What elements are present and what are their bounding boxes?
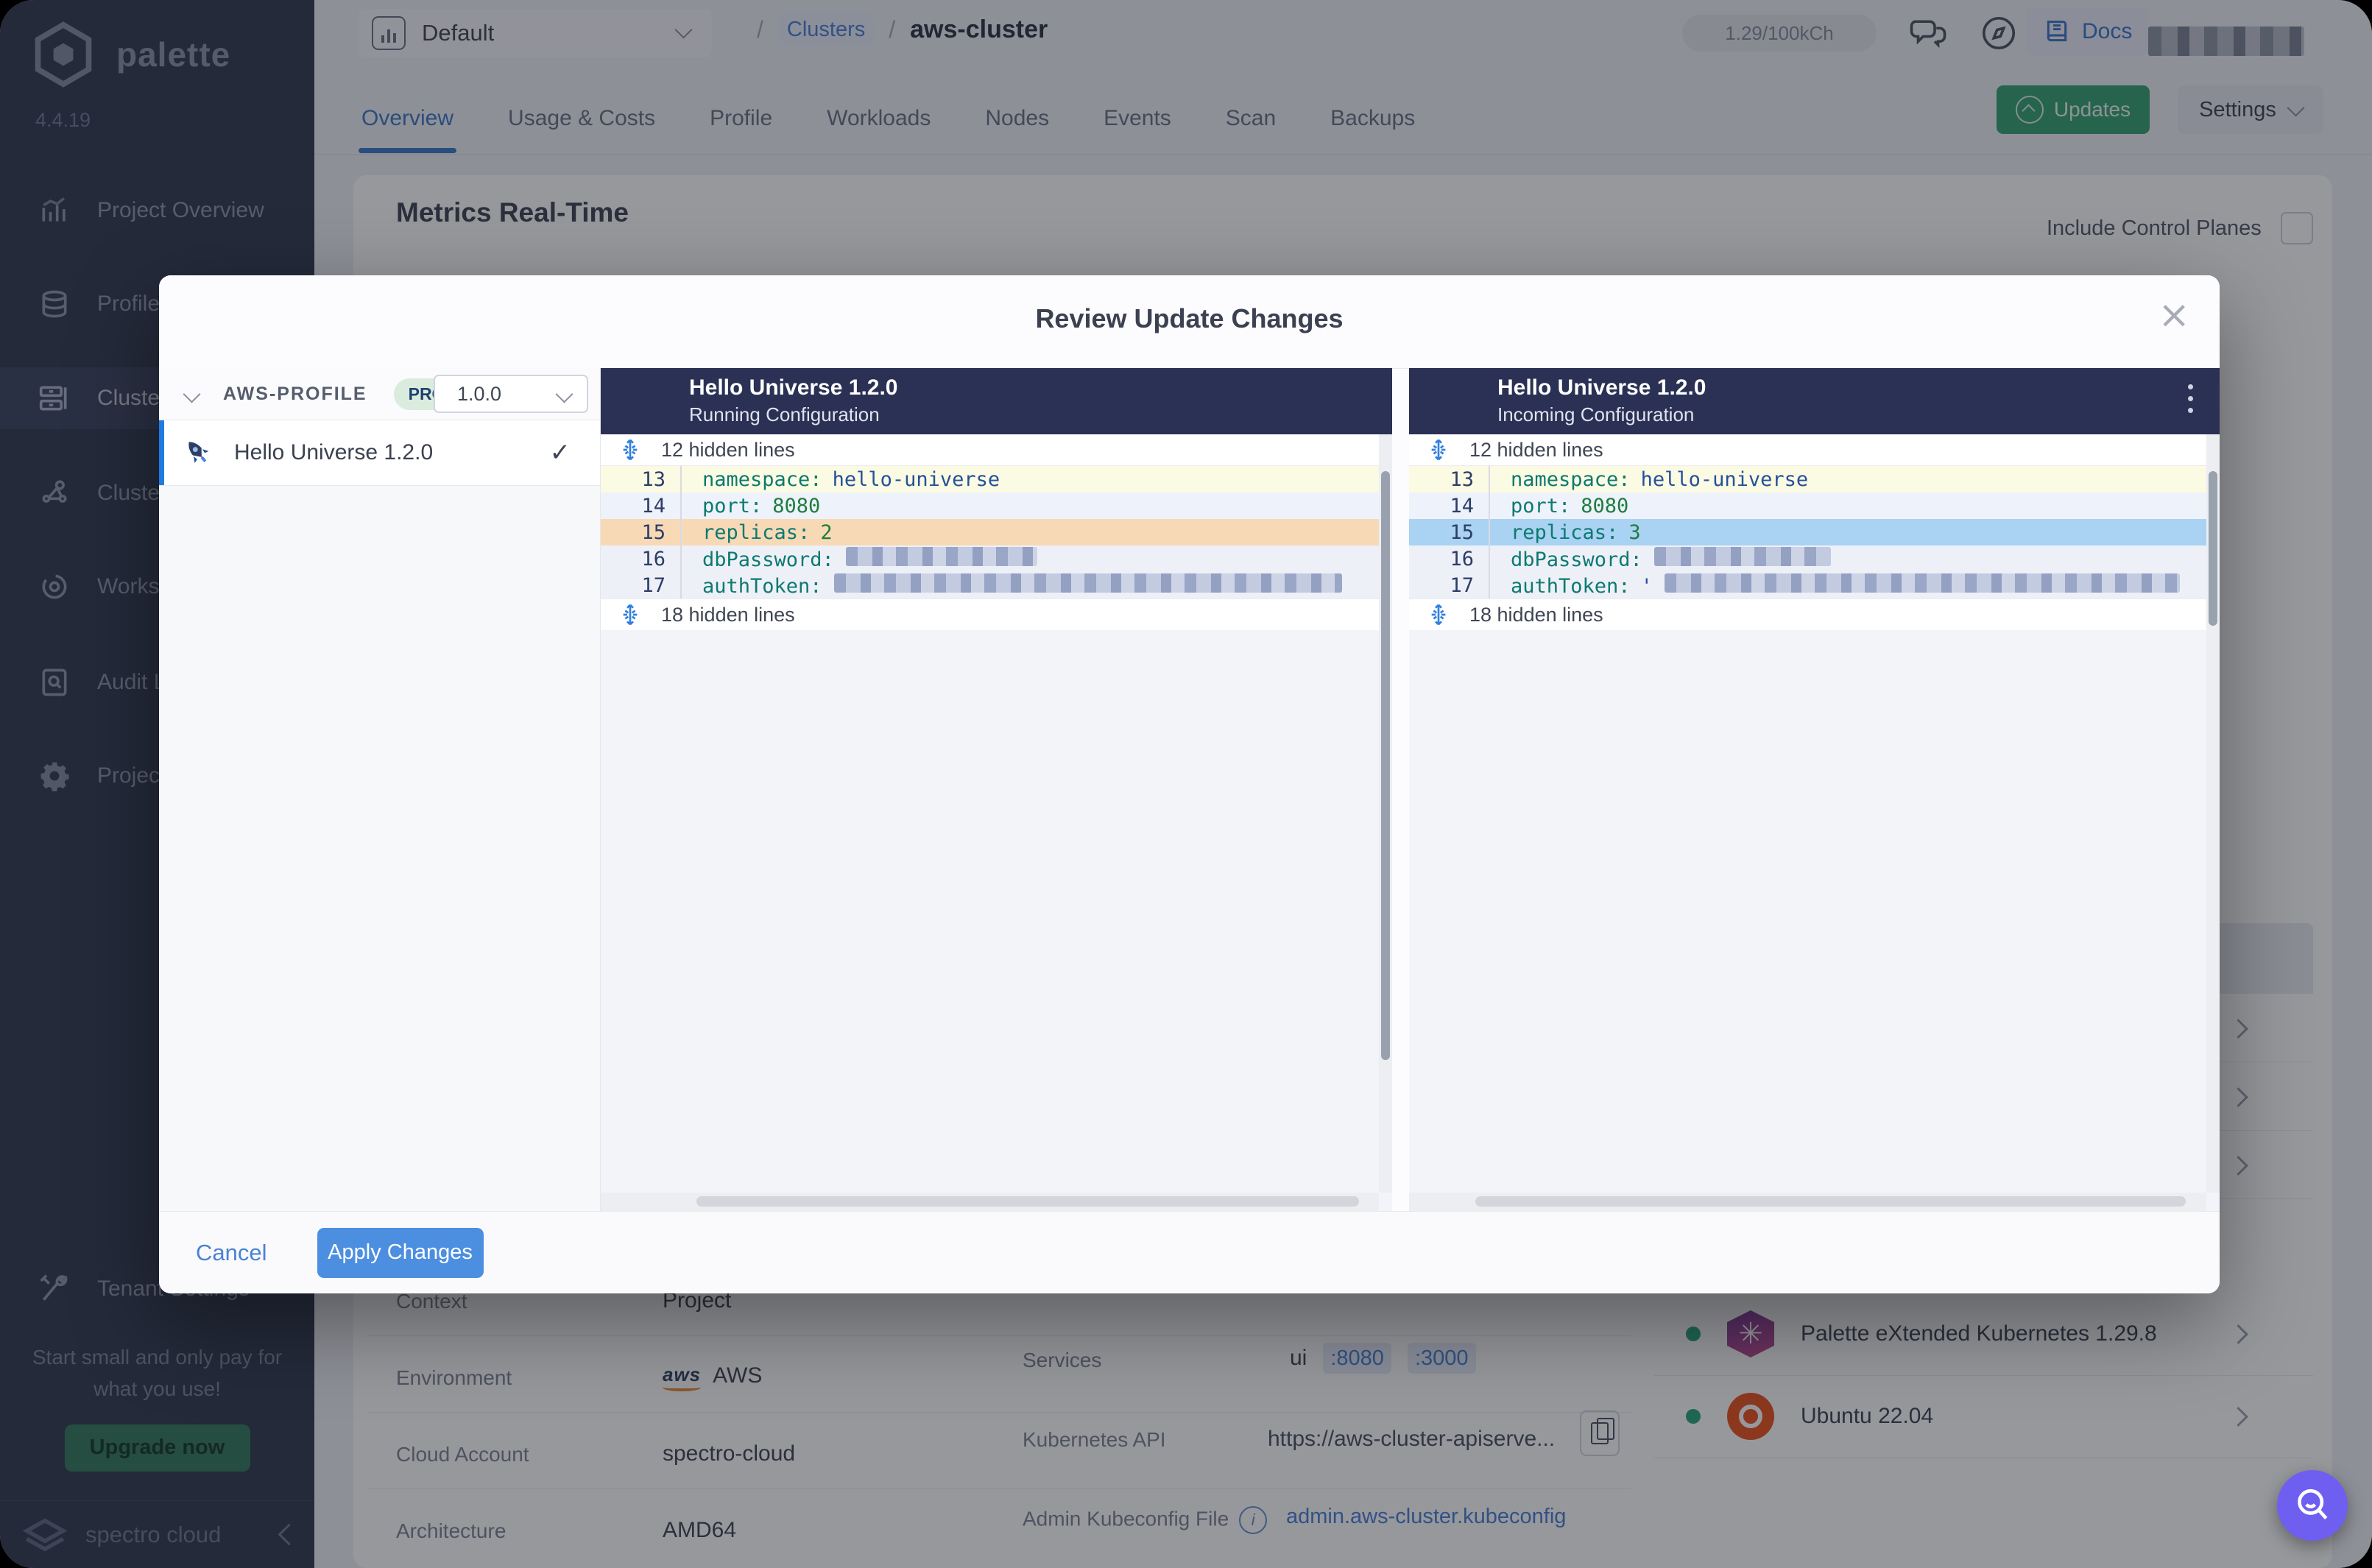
version-select[interactable]: 1.0.0 — [434, 375, 588, 413]
cancel-button[interactable]: Cancel — [191, 1239, 272, 1267]
expand-lines-icon — [623, 604, 638, 626]
code-line: 16 dbPassword: — [1409, 545, 2220, 572]
modal-title: Review Update Changes — [1035, 303, 1344, 333]
line-number: 15 — [1450, 520, 1474, 544]
search-face-icon — [2298, 1488, 2328, 1520]
running-config-code: 13 namespace: hello-universe 14 port: 8080… — [601, 466, 1392, 598]
modal-header: Review Update Changes × — [159, 275, 2220, 369]
code-line-changed: 15 replicas: 3 — [1409, 519, 2220, 545]
app-window: Default / Clusters / aws-cluster 1.29/10… — [0, 0, 2372, 1568]
expand-lines-icon — [1431, 439, 1446, 461]
chevron-down-icon — [555, 385, 573, 403]
code-line: 14 port: 8080 — [601, 492, 1392, 519]
redacted-auth-token — [1664, 573, 2180, 593]
code-line: 17 authToken: — [601, 572, 1392, 598]
code-line-changed: 15 replicas: 2 — [601, 519, 1392, 545]
hidden-lines-label: 12 hidden lines — [1469, 438, 1603, 461]
kebab-menu-icon[interactable] — [2188, 384, 2193, 413]
modal-footer: Cancel Apply Changes — [159, 1211, 2220, 1293]
line-number: 16 — [641, 547, 666, 571]
scrollbar-thumb[interactable] — [696, 1196, 1359, 1207]
hidden-lines-bottom[interactable]: 18 hidden lines — [1409, 598, 2220, 630]
profile-panel: AWS-PROFILE PROJ 1.0.0 Hello Universe 1.… — [159, 368, 601, 1211]
check-icon: ✓ — [549, 438, 571, 467]
apply-changes-button[interactable]: Apply Changes — [317, 1227, 484, 1278]
incoming-config-code: 13 namespace: hello-universe 14 port: 8080… — [1409, 466, 2220, 598]
review-update-changes-modal: Review Update Changes × AWS-PROFILE PROJ… — [159, 275, 2220, 1293]
line-number: 16 — [1450, 547, 1474, 571]
profile-name: AWS-PROFILE — [223, 383, 367, 404]
expand-lines-icon — [623, 439, 638, 461]
line-number: 15 — [641, 520, 666, 544]
hidden-lines-label: 18 hidden lines — [661, 603, 795, 626]
code-line: 13 namespace: hello-universe — [1409, 466, 2220, 492]
scrollbar-thumb[interactable] — [2209, 471, 2217, 626]
profile-layer-item[interactable]: Hello Universe 1.2.0 ✓ — [159, 420, 600, 486]
code-line: 13 namespace: hello-universe — [601, 466, 1392, 492]
pane-subtitle: Incoming Configuration — [1497, 403, 1695, 425]
line-number: 14 — [641, 494, 666, 518]
pane-title: Hello Universe 1.2.0 — [1497, 375, 1706, 400]
redacted-auth-token — [833, 573, 1342, 593]
hidden-lines-top[interactable]: 12 hidden lines — [1409, 434, 2220, 466]
line-number: 13 — [641, 467, 666, 491]
horizontal-scrollbar[interactable] — [1409, 1193, 2206, 1211]
vertical-scrollbar[interactable] — [2206, 434, 2220, 1193]
code-line: 16 dbPassword: — [601, 545, 1392, 572]
hidden-lines-label: 12 hidden lines — [661, 438, 795, 461]
pane-title: Hello Universe 1.2.0 — [689, 375, 898, 400]
hidden-lines-label: 18 hidden lines — [1469, 603, 1603, 626]
code-line: 17 authToken: ' — [1409, 572, 2220, 598]
screen: Default / Clusters / aws-cluster 1.29/10… — [0, 0, 2372, 1568]
profile-header-row[interactable]: AWS-PROFILE PROJ 1.0.0 — [159, 368, 600, 420]
redacted-db-password — [1653, 546, 1831, 566]
line-number: 14 — [1450, 494, 1474, 518]
code-line: 14 port: 8080 — [1409, 492, 2220, 519]
expand-lines-icon — [1431, 604, 1446, 626]
running-config-header: Hello Universe 1.2.0 Running Configurati… — [601, 368, 1392, 434]
assistant-button[interactable] — [2277, 1470, 2348, 1541]
horizontal-scrollbar[interactable] — [601, 1193, 1379, 1211]
incoming-config-header: Hello Universe 1.2.0 Incoming Configurat… — [1409, 368, 2220, 434]
line-number: 17 — [1450, 573, 1474, 597]
running-config-pane: Hello Universe 1.2.0 Running Configurati… — [601, 368, 1392, 1211]
scrollbar-thumb[interactable] — [1381, 471, 1390, 1060]
hidden-lines-bottom[interactable]: 18 hidden lines — [601, 598, 1392, 630]
redacted-db-password — [845, 546, 1037, 566]
line-number: 13 — [1450, 467, 1474, 491]
rocket-icon — [188, 442, 209, 463]
pane-subtitle: Running Configuration — [689, 403, 880, 425]
version-value: 1.0.0 — [457, 382, 502, 405]
vertical-scrollbar[interactable] — [1379, 434, 1392, 1193]
incoming-config-pane: Hello Universe 1.2.0 Incoming Configurat… — [1409, 368, 2220, 1211]
chevron-down-icon — [183, 384, 201, 403]
scrollbar-thumb[interactable] — [1475, 1196, 2186, 1207]
close-icon[interactable]: × — [2158, 296, 2190, 334]
line-number: 17 — [641, 573, 666, 597]
profile-layer-name: Hello Universe 1.2.0 — [234, 440, 434, 465]
hidden-lines-top[interactable]: 12 hidden lines — [601, 434, 1392, 466]
